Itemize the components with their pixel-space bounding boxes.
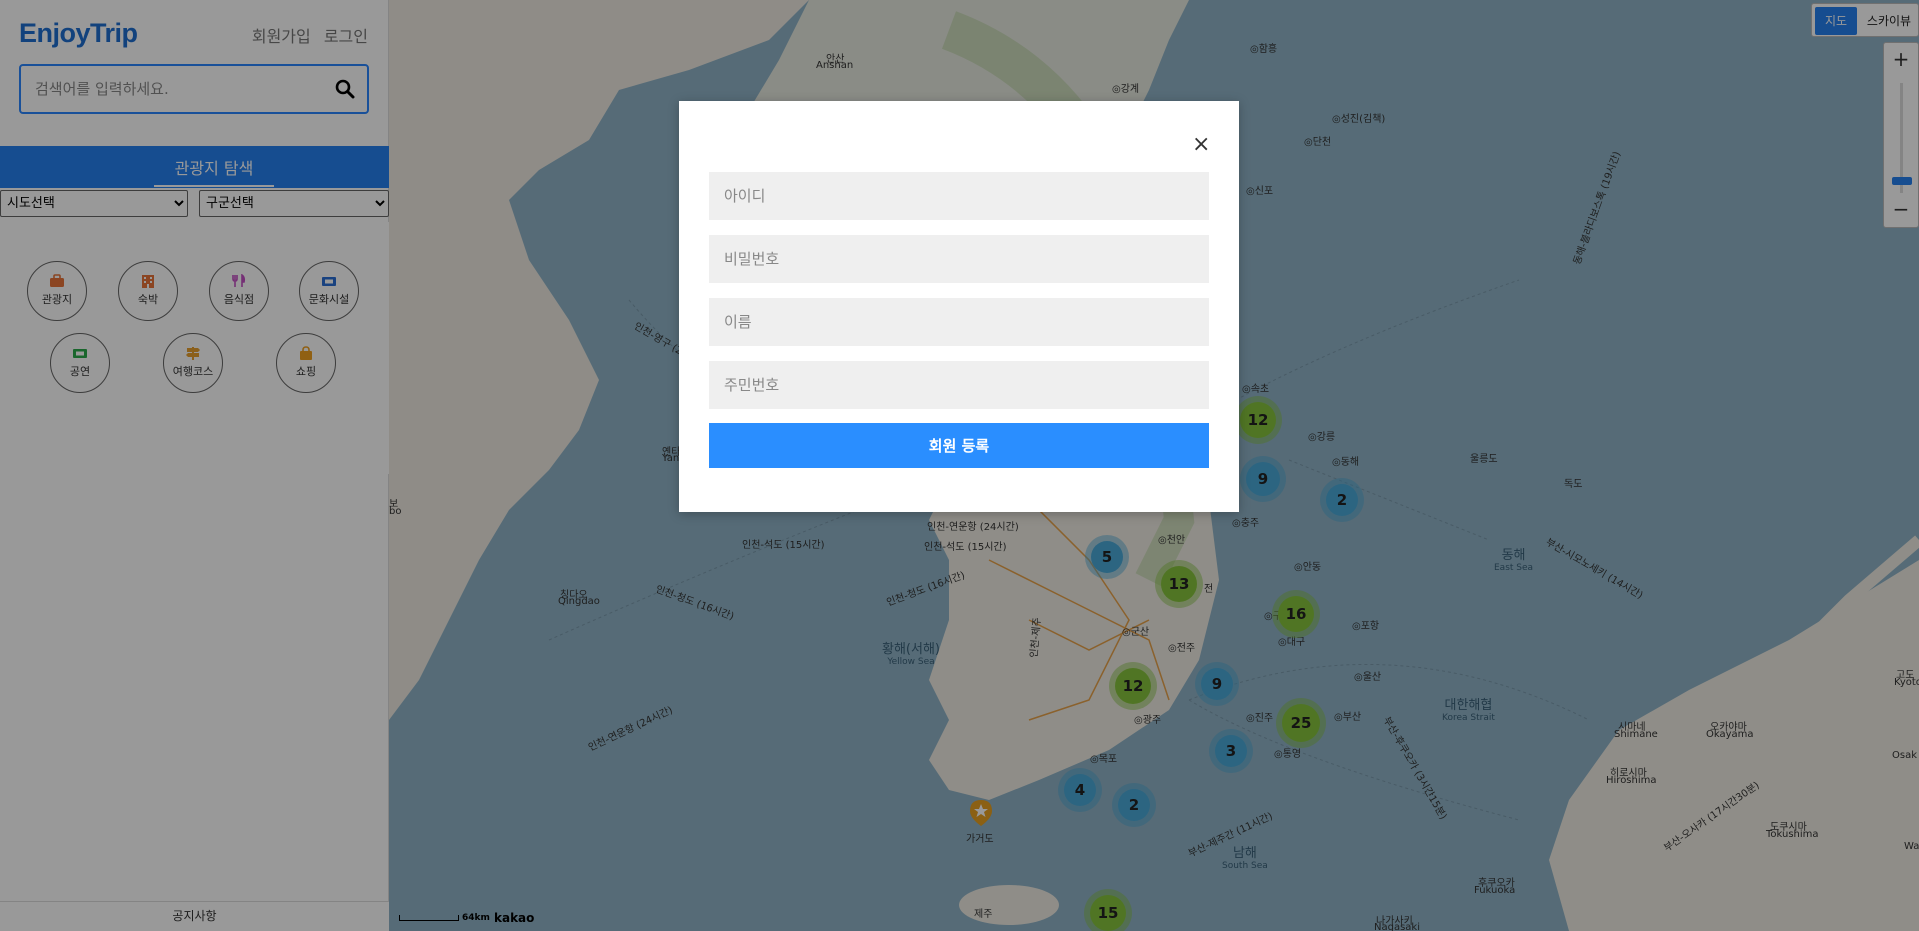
password-field[interactable] bbox=[709, 235, 1209, 283]
signup-modal: × 회원 등록 bbox=[679, 101, 1239, 512]
close-icon[interactable]: × bbox=[1192, 134, 1210, 156]
name-field[interactable] bbox=[709, 298, 1209, 346]
ssn-field[interactable] bbox=[709, 361, 1209, 409]
app-root: EnjoyTrip 회원가입 로그인 관광지 탐색 시도선택 구군선택 관광지 bbox=[0, 0, 1919, 931]
id-field[interactable] bbox=[709, 172, 1209, 220]
register-button[interactable]: 회원 등록 bbox=[709, 423, 1209, 468]
